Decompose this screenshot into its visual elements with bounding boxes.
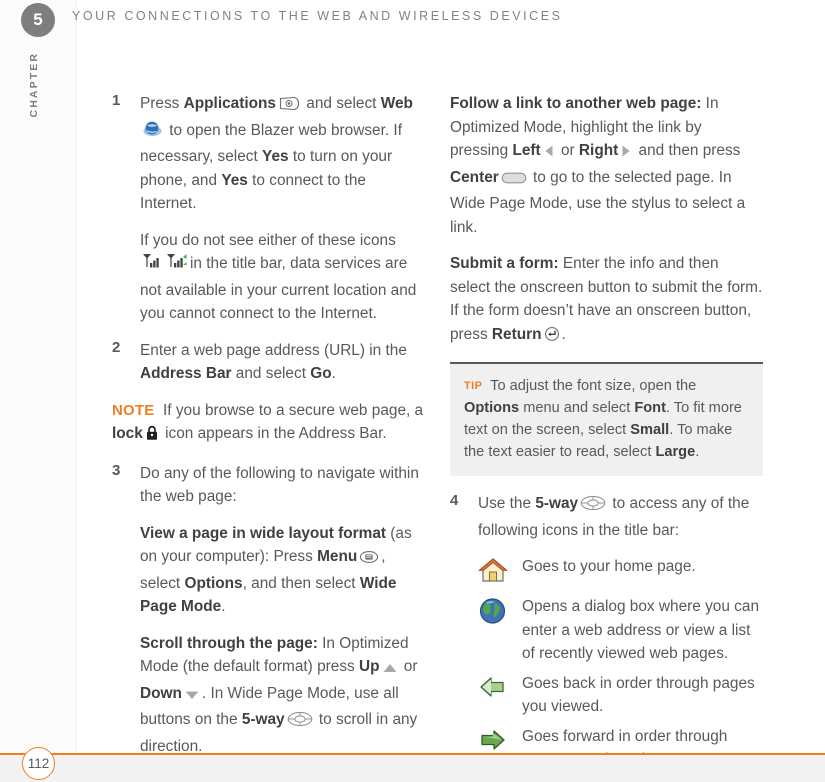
- step-1-bold-yes-2: Yes: [221, 171, 248, 189]
- five-way-navigator-icon: [287, 711, 313, 735]
- step-1-note-part1: If you do not see either of these icons: [140, 231, 396, 249]
- note-block: NOTE If you browse to a secure web page,…: [112, 399, 425, 449]
- scroll-part2: or: [399, 658, 418, 675]
- tip-part1: To adjust the font size, open the: [490, 378, 697, 394]
- step-3: 3 Do any of the following to navigate wi…: [112, 462, 425, 759]
- chapter-number-badge: 5: [21, 3, 55, 37]
- tip-block: TIP To adjust the font size, open the Op…: [450, 362, 763, 476]
- note-bold-lock: lock: [112, 425, 143, 442]
- wide-part4: .: [221, 598, 226, 615]
- step-1-part2: and select: [301, 95, 381, 112]
- tip-bold-options: Options: [464, 400, 520, 416]
- step-1-part1: Press: [140, 95, 184, 112]
- list-item: Opens a dialog box where you can enter a…: [478, 595, 763, 666]
- step-3-intro: Do any of the following to navigate with…: [140, 464, 419, 506]
- menu-key-icon: [359, 548, 379, 572]
- signal-bars-icon: [141, 253, 163, 279]
- left-column: 1 Press Applications and select Web to o…: [112, 92, 425, 771]
- step-2-part2: and select: [231, 365, 311, 382]
- note-label: NOTE: [112, 401, 155, 419]
- follow-bold-left: Left: [512, 142, 541, 159]
- step-1-text: Press Applications and select Web to ope…: [140, 92, 425, 216]
- step-2-text: Enter a web page address (URL) in the Ad…: [140, 339, 425, 386]
- tip-bold-small: Small: [630, 422, 670, 438]
- step-2-number: 2: [112, 338, 121, 356]
- home-icon: [478, 555, 522, 589]
- step-1-bold-applications: Applications: [183, 95, 276, 112]
- scroll-bold-up: Up: [359, 658, 380, 675]
- triangle-right-icon: [620, 142, 632, 166]
- globe-icon: [478, 595, 522, 630]
- wide-layout-heading: View a page in wide layout format: [140, 524, 387, 542]
- arrow-back-description: Goes back in order through pages you vie…: [522, 674, 755, 716]
- page-number: 112: [22, 747, 55, 780]
- footer-band: [0, 755, 825, 782]
- tip-part2: menu and select: [519, 400, 635, 416]
- note-text: NOTE If you browse to a secure web page,…: [112, 399, 425, 449]
- wide-bold-options: Options: [184, 574, 243, 592]
- tip-part5: .: [695, 444, 700, 460]
- triangle-down-icon: [184, 685, 200, 709]
- step-2-bold-go: Go: [310, 365, 332, 382]
- note-part2: icon appears in the Address Bar.: [160, 425, 387, 442]
- follow-bold-center: Center: [450, 168, 499, 186]
- lock-icon: [145, 425, 159, 449]
- step-3-number: 3: [112, 461, 121, 479]
- titlebar-icon-list: Goes to your home page. Opens a dialog b…: [450, 555, 763, 772]
- step-4-part1: Use the: [478, 495, 536, 512]
- scroll-bold-down: Down: [140, 684, 182, 702]
- step-4-bold-5way: 5-way: [535, 495, 579, 512]
- step-1-icon-note: If you do not see either of these icons …: [140, 229, 425, 326]
- follow-link-paragraph: Follow a link to another web page: In Op…: [450, 92, 763, 239]
- follow-link-part3: and then press: [634, 142, 741, 159]
- step-2-part3: .: [331, 365, 336, 382]
- note-part1: If you browse to a secure web page, a: [163, 401, 424, 419]
- step-4-text: Use the 5-way to access any of the follo…: [478, 492, 763, 542]
- step-3-scroll: Scroll through the page: In Optimized Mo…: [140, 632, 425, 759]
- scroll-heading: Scroll through the page:: [140, 634, 318, 652]
- signal-bars-data-icon: [165, 253, 189, 279]
- follow-bold-right: Right: [578, 142, 619, 159]
- wide-bold-menu: Menu: [317, 548, 358, 565]
- chapter-rail: 5 CHAPTER: [0, 0, 77, 782]
- tip-bold-large: Large: [655, 444, 696, 460]
- center-button-icon: [501, 169, 527, 193]
- step-4: 4 Use the 5-way to access any of the fol…: [450, 492, 763, 542]
- applications-key-icon: [278, 95, 300, 119]
- wide-part3: , and then select: [242, 574, 360, 592]
- step-4-number: 4: [450, 492, 459, 509]
- globe-icon-description: Opens a dialog box where you can enter a…: [522, 598, 759, 662]
- five-way-navigator-icon: [580, 495, 606, 519]
- step-1-bold-web: Web: [380, 95, 413, 112]
- step-2-bold-address-bar: Address Bar: [140, 365, 232, 382]
- running-header-title: YOUR CONNECTIONS TO THE WEB AND WIRELESS…: [72, 9, 563, 23]
- scroll-bold-5way: 5-way: [241, 711, 285, 728]
- step-2-part1: Enter a web page address (URL) in the: [140, 341, 407, 359]
- return-key-icon: [544, 326, 560, 350]
- step-1: 1 Press Applications and select Web to o…: [112, 92, 425, 326]
- home-icon-description: Goes to your home page.: [522, 558, 696, 575]
- list-item: Goes back in order through pages you vie…: [478, 672, 763, 719]
- submit-form-heading: Submit a form:: [450, 255, 559, 272]
- submit-form-paragraph: Submit a form: Enter the info and then s…: [450, 252, 763, 349]
- right-column: Follow a link to another web page: In Op…: [450, 92, 763, 778]
- step-2: 2 Enter a web page address (URL) in the …: [112, 339, 425, 386]
- triangle-left-icon: [543, 142, 555, 166]
- list-item: Goes to your home page.: [478, 555, 763, 589]
- step-1-bold-yes-1: Yes: [262, 148, 289, 165]
- tip-text: TIP To adjust the font size, open the Op…: [464, 375, 749, 463]
- follow-link-part2: or: [556, 142, 579, 159]
- step-1-number: 1: [112, 92, 121, 109]
- triangle-up-icon: [382, 658, 398, 682]
- submit-form-part2: .: [561, 325, 566, 343]
- arrow-back-icon: [478, 672, 522, 705]
- blazer-browser-icon: [142, 119, 163, 146]
- submit-bold-return: Return: [491, 325, 542, 343]
- tip-label: TIP: [464, 380, 483, 392]
- follow-link-heading: Follow a link to another web page:: [450, 95, 702, 112]
- step-3-wide-layout: View a page in wide layout format (as on…: [140, 522, 425, 619]
- tip-bold-font: Font: [634, 400, 666, 416]
- chapter-label: CHAPTER: [28, 52, 40, 118]
